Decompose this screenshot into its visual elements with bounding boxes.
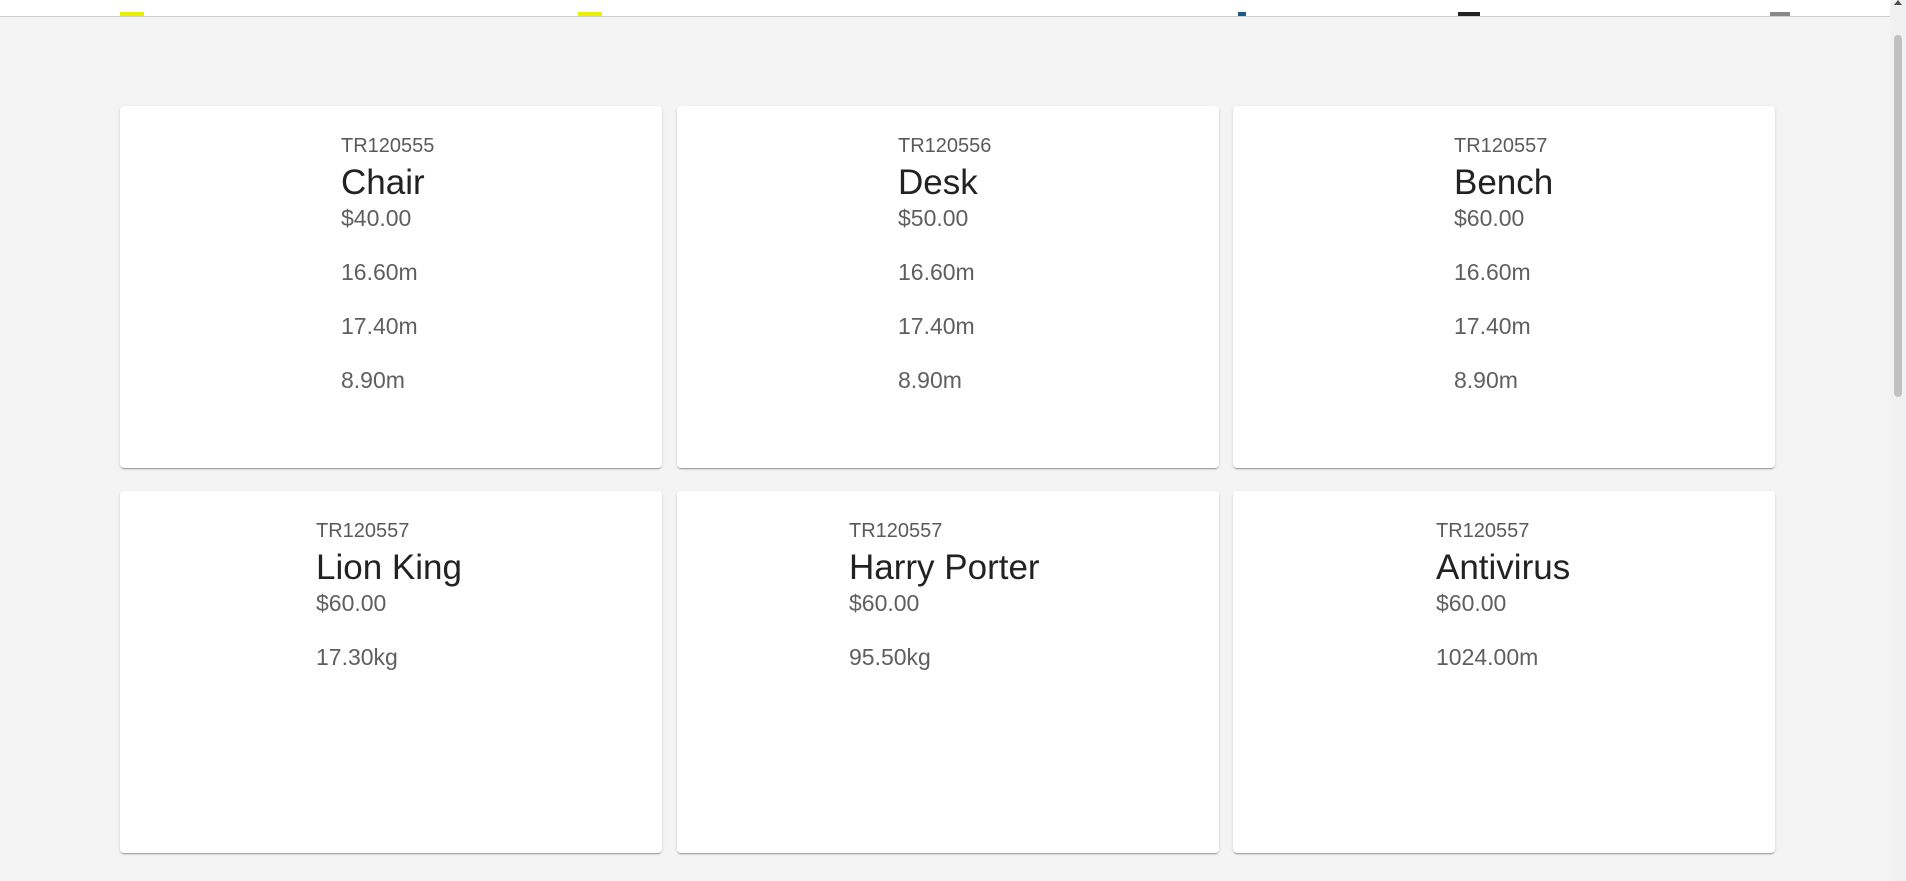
product-sku: TR120557 — [849, 520, 943, 542]
product-price: $50.00 — [898, 205, 969, 231]
product-card[interactable]: TR120555 Chair $40.00 16.60m 17.40m 8.90… — [120, 106, 662, 468]
tab-marker-icon — [120, 12, 144, 16]
vertical-scrollbar[interactable] — [1890, 0, 1906, 881]
product-card[interactable]: TR120556 Desk $50.00 16.60m 17.40m 8.90m — [677, 106, 1219, 468]
product-measure: 16.60m — [1454, 259, 1531, 285]
product-measure: 8.90m — [1454, 367, 1518, 393]
product-name: Bench — [1454, 163, 1554, 202]
browser-top-edge — [0, 0, 1890, 17]
product-measure: 17.30kg — [316, 644, 398, 670]
product-card[interactable]: TR120557 Lion King $60.00 17.30kg — [120, 491, 662, 853]
product-name: Harry Porter — [849, 548, 1040, 587]
product-measure: 1024.00m — [1436, 644, 1539, 670]
product-name: Antivirus — [1436, 548, 1571, 587]
product-sku: TR120557 — [316, 520, 410, 542]
product-card[interactable]: TR120557 Antivirus $60.00 1024.00m — [1233, 491, 1775, 853]
scroll-up-icon[interactable] — [1894, 0, 1902, 5]
product-price: $60.00 — [316, 590, 387, 616]
product-card[interactable]: TR120557 Harry Porter $60.00 95.50kg — [677, 491, 1219, 853]
product-price: $60.00 — [849, 590, 920, 616]
product-measure: 16.60m — [341, 259, 418, 285]
product-price: $60.00 — [1436, 590, 1507, 616]
product-name: Desk — [898, 163, 978, 202]
scrollbar-thumb[interactable] — [1894, 35, 1902, 397]
tab-marker-icon — [578, 12, 602, 16]
product-name: Lion King — [316, 548, 462, 587]
product-sku: TR120555 — [341, 135, 435, 157]
product-sku: TR120557 — [1436, 520, 1530, 542]
product-measure: 95.50kg — [849, 644, 931, 670]
product-sku: TR120556 — [898, 135, 992, 157]
product-price: $40.00 — [341, 205, 412, 231]
product-measure: 8.90m — [898, 367, 962, 393]
tab-marker-icon — [1770, 12, 1790, 16]
tab-marker-icon — [1458, 12, 1480, 16]
product-sku: TR120557 — [1454, 135, 1548, 157]
product-name: Chair — [341, 163, 425, 202]
tab-marker-icon — [1238, 12, 1246, 16]
product-card[interactable]: TR120557 Bench $60.00 16.60m 17.40m 8.90… — [1233, 106, 1775, 468]
product-price: $60.00 — [1454, 205, 1525, 231]
product-measure: 16.60m — [898, 259, 975, 285]
product-measure: 17.40m — [341, 313, 418, 339]
product-measure: 17.40m — [1454, 313, 1531, 339]
product-measure: 8.90m — [341, 367, 405, 393]
product-measure: 17.40m — [898, 313, 975, 339]
